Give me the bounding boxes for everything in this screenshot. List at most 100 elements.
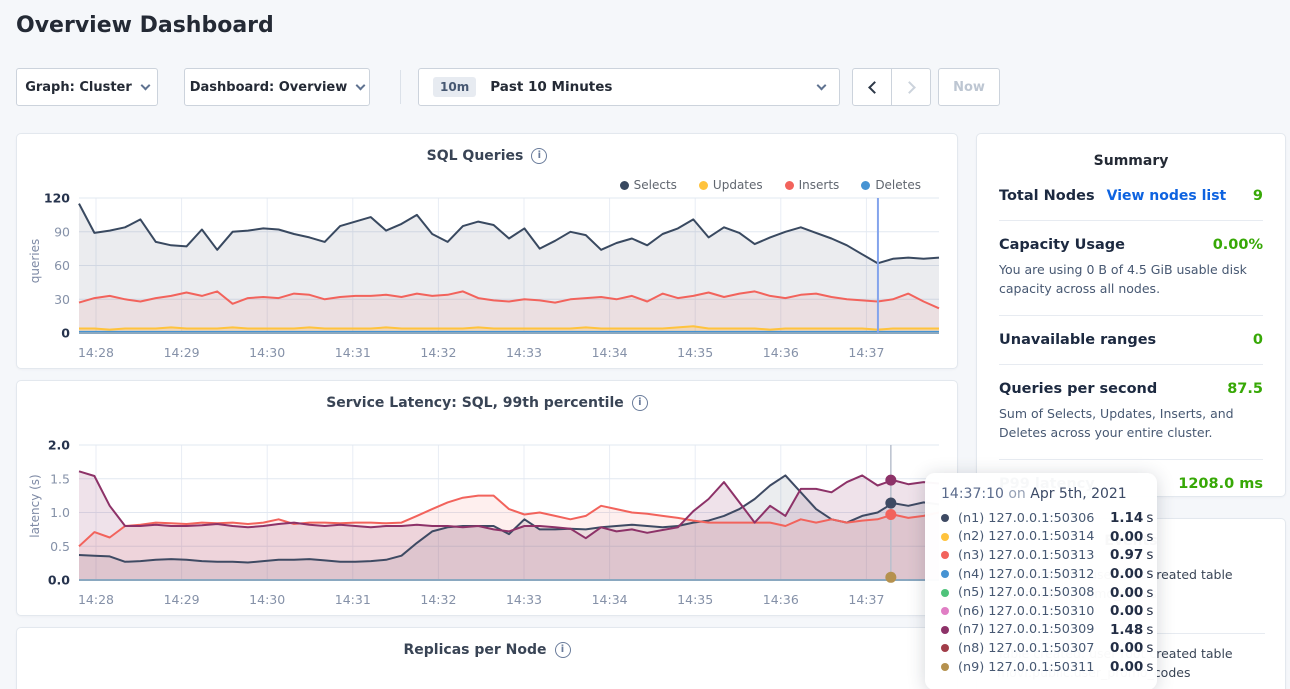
info-icon[interactable]: i — [555, 642, 571, 658]
capacity-usage-desc: You are using 0 B of 4.5 GiB usable disk… — [999, 260, 1263, 299]
node-latency-value: 1.14s — [1110, 510, 1153, 526]
info-icon[interactable]: i — [632, 395, 648, 411]
total-nodes-value: 9 — [1253, 188, 1263, 204]
tooltip-node-row: (n2) 127.0.0.1:503140.00s — [941, 528, 1141, 547]
time-back-button[interactable] — [853, 69, 892, 105]
summary-row-total-nodes: Total Nodes View nodes list 9 — [999, 172, 1263, 221]
time-forward-button[interactable] — [892, 69, 930, 105]
service-latency-title: Service Latency: SQL, 99th percentile — [326, 395, 624, 411]
summary-heading: Summary — [977, 134, 1285, 172]
svg-text:14:30: 14:30 — [249, 345, 285, 360]
chevron-left-icon — [868, 81, 881, 94]
tooltip-node-row: (n4) 127.0.0.1:503120.00s — [941, 565, 1141, 584]
node-latency-value: 0.97s — [1110, 547, 1153, 563]
p99-latency-value: 1208.0 ms — [1178, 476, 1263, 492]
svg-text:14:35: 14:35 — [677, 345, 713, 360]
dashboard-dropdown[interactable]: Dashboard: Overview — [184, 68, 370, 106]
chart-hover-tooltip: 14:37:10 on Apr 5th, 2021 (n1) 127.0.0.1… — [925, 473, 1157, 689]
chevron-down-icon — [140, 80, 150, 90]
svg-text:14:37: 14:37 — [848, 592, 884, 607]
svg-text:14:28: 14:28 — [78, 592, 114, 607]
svg-text:14:32: 14:32 — [420, 345, 456, 360]
svg-text:14:36: 14:36 — [763, 592, 799, 607]
node-color-dot — [941, 514, 949, 522]
node-address: (n9) 127.0.0.1:50311 — [958, 660, 1110, 675]
info-icon[interactable]: i — [531, 148, 547, 164]
tooltip-date: Apr 5th, 2021 — [1030, 486, 1126, 502]
view-nodes-list-link[interactable]: View nodes list — [1107, 188, 1227, 204]
capacity-usage-label: Capacity Usage — [999, 237, 1125, 253]
node-latency-unit: s — [1146, 529, 1153, 545]
sql-queries-title: SQL Queries — [427, 148, 524, 164]
chevron-down-icon — [817, 80, 827, 90]
svg-text:14:28: 14:28 — [78, 345, 114, 360]
tooltip-time: 14:37:10 — [941, 486, 1004, 502]
node-latency-unit: s — [1146, 659, 1153, 675]
svg-text:14:30: 14:30 — [249, 592, 285, 607]
svg-text:30: 30 — [54, 292, 70, 307]
unavailable-ranges-label: Unavailable ranges — [999, 332, 1156, 348]
svg-text:90: 90 — [54, 224, 70, 239]
qps-desc: Sum of Selects, Updates, Inserts, and De… — [999, 404, 1263, 443]
service-latency-chart[interactable]: 14:2814:2914:3014:3114:3214:3314:3414:35… — [17, 437, 959, 617]
summary-panel: Summary Total Nodes View nodes list 9 Ca… — [976, 133, 1286, 497]
summary-row-capacity: Capacity Usage 0.00% You are using 0 B o… — [999, 221, 1263, 316]
node-color-dot — [941, 589, 949, 597]
svg-text:1.0: 1.0 — [50, 505, 70, 520]
svg-text:14:37: 14:37 — [848, 345, 884, 360]
tooltip-node-row: (n7) 127.0.0.1:503091.48s — [941, 621, 1141, 640]
chevron-down-icon — [356, 80, 366, 90]
node-address: (n4) 127.0.0.1:50312 — [958, 567, 1110, 582]
replicas-per-node-title: Replicas per Node — [404, 642, 547, 658]
service-latency-panel: Service Latency: SQL, 99th percentile i … — [16, 380, 958, 616]
node-latency-unit: s — [1146, 622, 1153, 638]
node-address: (n3) 127.0.0.1:50313 — [958, 548, 1110, 563]
summary-row-unavailable-ranges: Unavailable ranges 0 — [999, 316, 1263, 365]
node-latency-unit: s — [1146, 603, 1153, 619]
svg-text:14:33: 14:33 — [506, 592, 542, 607]
node-address: (n6) 127.0.0.1:50310 — [958, 604, 1110, 619]
tooltip-node-row: (n8) 127.0.0.1:503070.00s — [941, 639, 1141, 658]
node-latency-value: 1.48s — [1110, 622, 1153, 638]
svg-text:14:33: 14:33 — [506, 345, 542, 360]
tooltip-preposition: on — [1008, 486, 1030, 502]
node-address: (n5) 127.0.0.1:50308 — [958, 585, 1110, 600]
time-range-dropdown[interactable]: 10m Past 10 Minutes — [418, 68, 840, 106]
summary-row-qps: Queries per second 87.5 Sum of Selects, … — [999, 365, 1263, 460]
now-button[interactable]: Now — [938, 68, 1000, 106]
capacity-usage-value: 0.00% — [1213, 237, 1263, 253]
legend-color-dot — [699, 181, 708, 190]
tooltip-node-row: (n3) 127.0.0.1:503130.97s — [941, 546, 1141, 565]
tooltip-node-row: (n5) 127.0.0.1:503080.00s — [941, 583, 1141, 602]
svg-text:14:29: 14:29 — [164, 592, 200, 607]
tooltip-node-row: (n1) 127.0.0.1:503061.14s — [941, 509, 1141, 528]
svg-text:14:34: 14:34 — [592, 592, 628, 607]
node-latency-value: 0.00s — [1110, 640, 1153, 656]
node-latency-value: 0.00s — [1110, 585, 1153, 601]
legend-color-dot — [861, 181, 870, 190]
svg-text:60: 60 — [54, 258, 70, 273]
node-latency-unit: s — [1146, 566, 1153, 582]
node-color-dot — [941, 533, 949, 541]
svg-text:0.0: 0.0 — [48, 573, 70, 588]
tooltip-node-row: (n9) 127.0.0.1:503110.00s — [941, 658, 1141, 677]
legend-color-dot — [620, 181, 629, 190]
node-address: (n8) 127.0.0.1:50307 — [958, 641, 1110, 656]
svg-text:1.5: 1.5 — [50, 471, 70, 486]
node-latency-unit: s — [1146, 510, 1153, 526]
unavailable-ranges-value: 0 — [1253, 332, 1263, 348]
total-nodes-label: Total Nodes — [999, 188, 1095, 204]
node-color-dot — [941, 607, 949, 615]
node-color-dot — [941, 570, 949, 578]
graph-dropdown[interactable]: Graph: Cluster — [16, 68, 158, 106]
time-range-badge: 10m — [433, 77, 476, 97]
dashboard-dropdown-label: Dashboard: Overview — [190, 80, 348, 95]
node-latency-value: 0.00s — [1110, 659, 1153, 675]
qps-value: 87.5 — [1227, 381, 1263, 397]
svg-text:14:29: 14:29 — [164, 345, 200, 360]
node-address: (n1) 127.0.0.1:50306 — [958, 511, 1110, 526]
svg-text:14:31: 14:31 — [335, 345, 371, 360]
toolbar-divider — [400, 70, 401, 104]
sql-queries-chart[interactable]: 14:2814:2914:3014:3114:3214:3314:3414:35… — [17, 190, 959, 370]
node-latency-value: 0.00s — [1110, 566, 1153, 582]
